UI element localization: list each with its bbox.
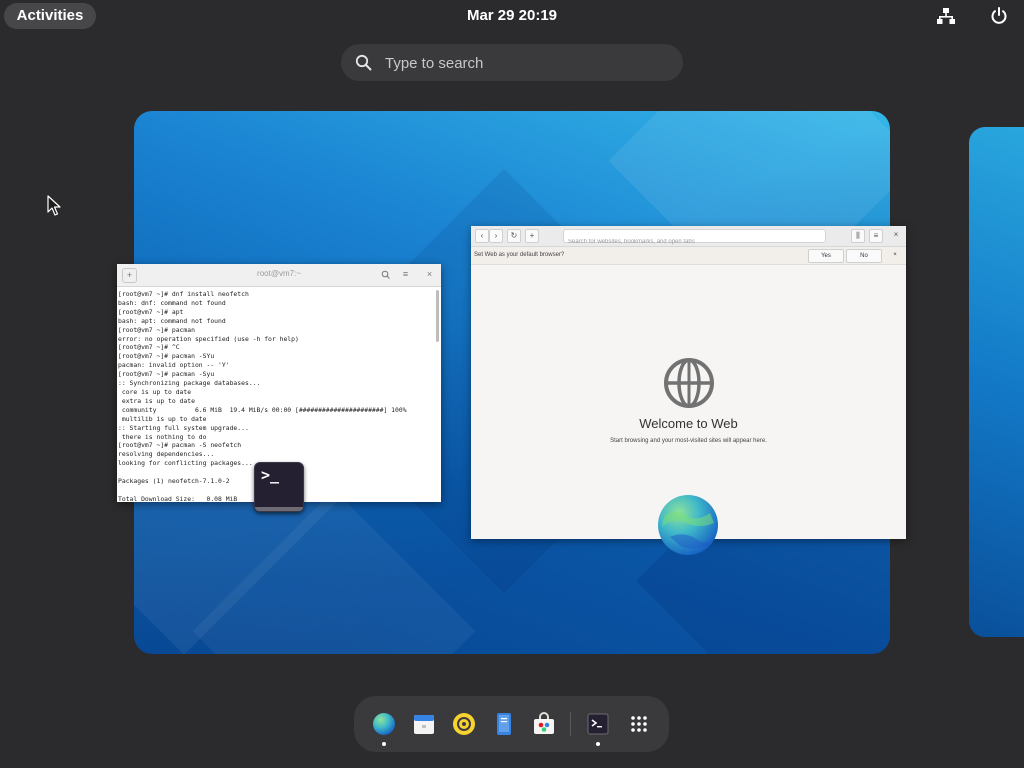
calendar-icon[interactable]	[412, 712, 436, 736]
network-icon[interactable]	[936, 6, 956, 26]
terminal-app-icon: >_	[254, 462, 304, 512]
terminal-line: :: Synchronizing package databases...	[118, 379, 261, 388]
mouse-cursor-icon	[47, 195, 61, 216]
address-bar[interactable]	[563, 229, 826, 248]
web-browser-icon[interactable]	[372, 712, 396, 736]
terminal-line: bash: dnf: command not found	[118, 298, 226, 307]
terminal-icon[interactable]	[586, 712, 610, 736]
power-icon[interactable]	[989, 6, 1009, 26]
default-browser-infobar: Set Web as your default browser? Yes No …	[471, 247, 906, 265]
text-editor-icon[interactable]	[492, 712, 516, 736]
search-icon	[355, 54, 372, 71]
close-icon[interactable]: ×	[423, 268, 436, 281]
terminal-title: root@vm7:~	[257, 269, 301, 278]
terminal-line: resolving dependencies...	[118, 450, 215, 459]
back-icon[interactable]: ‹	[475, 229, 489, 243]
terminal-line: there is nothing to do	[118, 432, 207, 441]
globe-icon	[664, 358, 714, 408]
terminal-line: [root@vm7 ~]# pacman -SYu	[118, 352, 215, 361]
music-player-icon[interactable]	[452, 712, 476, 736]
terminal-line: [root@vm7 ~]# pacman -S neofetch	[118, 441, 242, 450]
yes-button[interactable]: Yes	[808, 249, 844, 263]
search-input[interactable]	[383, 44, 667, 83]
browser-headerbar: ‹ › ↻ + ⫼ ≡ ×	[471, 226, 906, 248]
bookmarks-icon[interactable]: ⫼	[851, 229, 865, 243]
terminal-line: core is up to date	[118, 387, 192, 396]
clock-label[interactable]: Mar 29 20:19	[467, 7, 557, 24]
dash	[354, 696, 669, 752]
terminal-line: extra is up to date	[118, 396, 195, 405]
terminal-line: bash: apt: command not found	[118, 316, 226, 325]
terminal-line: pacman: invalid option -- 'Y'	[118, 361, 230, 370]
welcome-subtitle: Start browsing and your most-visited sit…	[610, 438, 767, 444]
terminal-line: [root@vm7 ~]# dnf install neofetch	[118, 290, 249, 298]
top-bar: Activities Mar 29 20:19	[0, 0, 1024, 32]
no-button[interactable]: No	[846, 249, 882, 263]
terminal-headerbar: + root@vm7:~ ≡ ×	[117, 264, 441, 287]
forward-icon[interactable]: ›	[489, 229, 503, 243]
terminal-line: community 6.6 MiB 19.4 MiB/s 00:00 [####…	[118, 405, 407, 414]
terminal-search-icon[interactable]	[379, 268, 392, 281]
new-tab-icon[interactable]: +	[525, 229, 539, 243]
software-store-icon[interactable]	[532, 712, 556, 736]
terminal-line: [root@vm7 ~]# pacman -Syu	[118, 370, 215, 379]
infobar-close-icon[interactable]: ×	[889, 249, 901, 261]
close-icon[interactable]: ×	[890, 229, 902, 241]
welcome-title: Welcome to Web	[639, 416, 738, 431]
activities-button[interactable]: Activities	[4, 3, 96, 29]
hamburger-menu-icon[interactable]: ≡	[869, 229, 883, 243]
terminal-line: error: no operation specified (use -h fo…	[118, 334, 299, 343]
terminal-line: [root@vm7 ~]# pacman	[118, 325, 195, 334]
search-bar[interactable]	[341, 44, 683, 83]
terminal-scrollbar[interactable]	[436, 290, 439, 342]
terminal-line: [root@vm7 ~]# apt	[118, 307, 184, 316]
web-browser-app-icon	[658, 495, 718, 555]
terminal-line: :: Starting full system upgrade...	[118, 423, 249, 432]
terminal-line: [root@vm7 ~]# ^C	[118, 343, 180, 352]
terminal-line: multilib is up to date	[118, 414, 207, 423]
dash-separator	[570, 712, 571, 736]
running-indicator	[596, 742, 600, 746]
reload-icon[interactable]: ↻	[507, 229, 521, 243]
hamburger-menu-icon[interactable]: ≡	[399, 268, 412, 281]
infobar-text: Set Web as your default browser?	[474, 252, 565, 258]
running-indicator	[382, 742, 386, 746]
workspace-thumbnail-next[interactable]	[969, 127, 1024, 637]
clock: Mar 29 20:19	[0, 0, 1024, 32]
app-grid-icon[interactable]	[627, 712, 651, 736]
